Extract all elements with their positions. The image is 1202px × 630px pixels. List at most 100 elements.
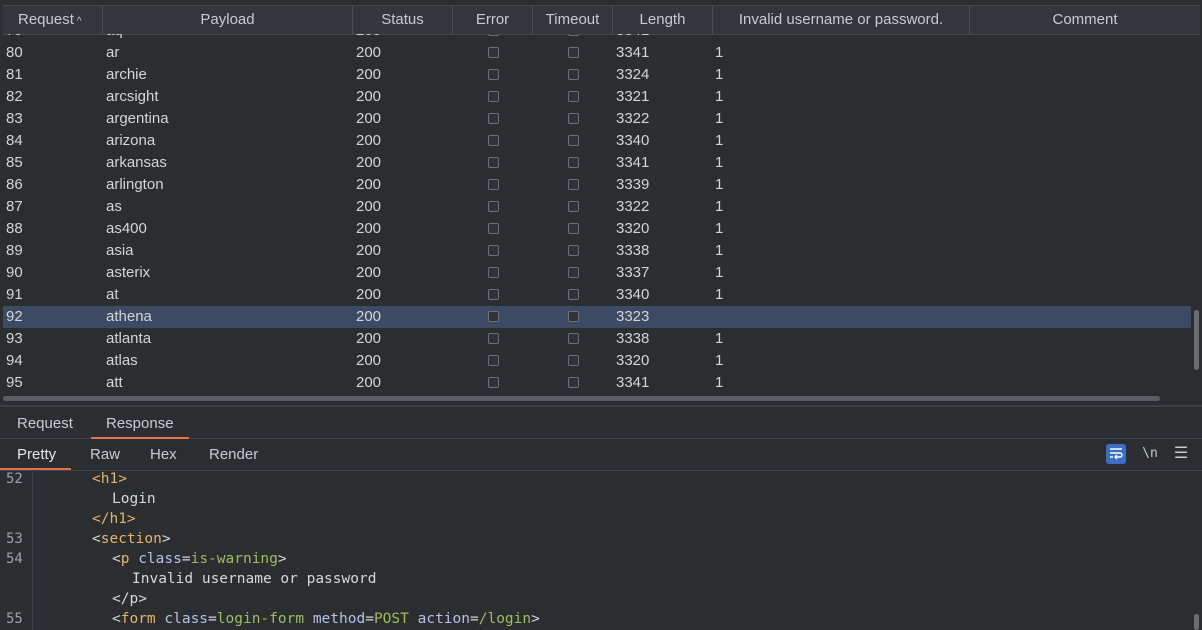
tab-raw[interactable]: Raw [90,439,120,468]
word-wrap-icon[interactable] [1106,444,1126,464]
table-row[interactable]: 89 asia 200 3338 1 [3,240,1191,262]
code-punct: < [92,531,101,547]
cell-request: 88 [6,220,23,237]
column-header-comment[interactable]: Comment [970,6,1200,34]
code-h1-close: </h1> [92,511,136,527]
column-header-status[interactable]: Status [353,6,453,34]
response-editor[interactable]: 52 53 54 55 <h1> Login </h1> <section> <… [0,471,1202,630]
code-attr: class [138,551,182,567]
cell-request: 93 [6,330,23,347]
table-row[interactable]: 95 att 200 3341 1 [3,372,1191,394]
line-number-gutter: 52 53 54 55 [0,471,33,630]
results-table: Request ^ Payload Status Error Timeout Le… [0,0,1202,408]
timeout-checkbox [568,47,579,58]
table-row[interactable]: 83 argentina 200 3322 1 [3,108,1191,130]
tab-request[interactable]: Request [17,407,73,437]
timeout-checkbox [568,289,579,300]
cell-length: 3338 [616,330,650,347]
code-punct: = [365,611,374,627]
table-row[interactable]: 90 asterix 200 3337 1 [3,262,1191,284]
code-punct: > [531,611,540,627]
table-row[interactable]: 94 atlas 200 3320 1 [3,350,1191,372]
table-row[interactable]: 84 arizona 200 3340 1 [3,130,1191,152]
cell-payload: as [106,198,122,215]
error-checkbox [488,157,499,168]
cell-grep-match: 1 [715,88,724,105]
cell-length: 3321 [616,88,650,105]
timeout-checkbox [568,179,579,190]
table-row[interactable]: 85 arkansas 200 3341 1 [3,152,1191,174]
tab-pretty[interactable]: Pretty [0,439,72,470]
cell-payload: ar [106,44,120,61]
cell-payload: aq [106,34,123,42]
timeout-checkbox [568,91,579,102]
cell-request: 89 [6,242,23,259]
timeout-checkbox [568,355,579,366]
column-header-request[interactable]: Request ^ [3,6,103,34]
cell-status: 200 [356,220,382,237]
error-checkbox [488,69,499,80]
table-row[interactable]: 87 as 200 3322 1 [3,196,1191,218]
cell-request: 83 [6,110,23,127]
table-row[interactable]: 86 arlington 200 3339 1 [3,174,1191,196]
code-attr: class [164,611,209,627]
cell-payload: arizona [106,132,156,149]
code-attr-value: is-warning [190,551,278,567]
code-attr-value: login-form [216,611,305,627]
error-checkbox [488,377,499,388]
column-header-payload[interactable]: Payload [103,6,353,34]
tab-hex[interactable]: Hex [150,439,177,468]
table-row-partial[interactable]: 79 aq 200 3341 [3,34,1191,42]
cell-payload: arlington [106,176,164,193]
code-h1-open: <h1> [92,471,127,487]
editor-vertical-scrollbar[interactable] [1194,614,1199,630]
table-row[interactable]: 80 ar 200 3341 1 [3,42,1191,64]
table-vertical-scrollbar[interactable] [1194,310,1199,370]
cell-length: 3340 [616,286,650,303]
cell-status: 200 [356,110,382,127]
table-horizontal-scrollbar[interactable] [3,396,1160,401]
column-header-timeout[interactable]: Timeout [533,6,613,34]
cell-request: 94 [6,352,23,369]
error-checkbox [488,47,499,58]
timeout-checkbox [568,223,579,234]
table-row[interactable]: 91 at 200 3340 1 [3,284,1191,306]
table-row[interactable]: 88 as400 200 3320 1 [3,218,1191,240]
table-row[interactable]: 93 atlanta 200 3338 1 [3,328,1191,350]
newline-toggle-button[interactable]: \n [1140,444,1160,464]
column-header-grep-match[interactable]: Invalid username or password. [713,6,970,34]
cell-length: 3323 [616,308,650,325]
cell-length: 3340 [616,132,650,149]
column-header-error[interactable]: Error [453,6,533,34]
tab-response[interactable]: Response [91,407,189,439]
code-attr-value: /login [478,611,532,627]
error-checkbox [488,355,499,366]
cell-payload: asia [106,242,134,259]
code-line: <section> [92,529,171,549]
cell-grep-match: 1 [715,330,724,347]
table-row[interactable]: 92 athena 200 3323 [3,306,1191,328]
cell-payload: asterix [106,264,151,281]
tab-render[interactable]: Render [209,439,258,468]
timeout-checkbox [568,311,579,322]
code-punct: < [112,551,121,567]
table-header: Request ^ Payload Status Error Timeout Le… [3,5,1200,35]
hamburger-menu-icon[interactable]: ☰ [1172,444,1190,464]
cell-status: 200 [356,242,382,259]
cell-status: 200 [356,154,382,171]
cell-payload: at [106,286,119,303]
table-row[interactable]: 81 archie 200 3324 1 [3,64,1191,86]
cell-length: 3341 [616,154,650,171]
line-number: 55 [6,611,23,627]
error-checkbox [488,289,499,300]
table-row[interactable]: 82 arcsight 200 3321 1 [3,86,1191,108]
code-line: <h1> [92,471,127,489]
timeout-checkbox [568,34,579,36]
error-checkbox [488,311,499,322]
cell-length: 3338 [616,242,650,259]
timeout-checkbox [568,69,579,80]
column-header-length[interactable]: Length [613,6,713,34]
line-number: 53 [6,531,23,547]
view-tabs: Pretty Raw Hex Render \n ☰ [0,439,1202,471]
cell-status: 200 [356,374,382,391]
